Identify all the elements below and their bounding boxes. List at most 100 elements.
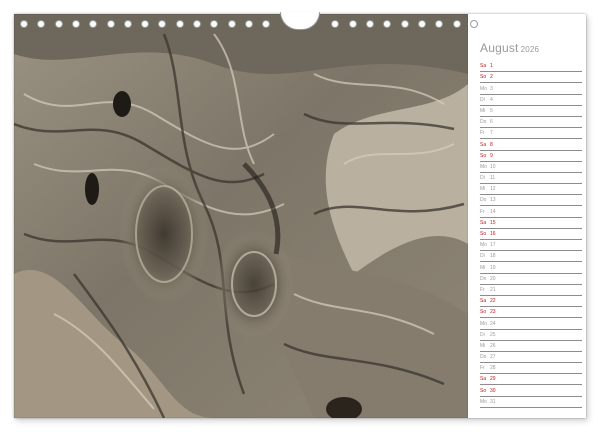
binding-hole (71, 20, 80, 28)
binding-hole (435, 20, 444, 28)
day-number: 1 (490, 63, 493, 70)
binding-hole (89, 20, 98, 28)
day-row: So 30 (480, 385, 582, 397)
weekday-label: Fr (480, 365, 485, 372)
day-row: Sa 1 (480, 61, 582, 73)
bark-texture-image (14, 14, 468, 418)
binding-hole (244, 20, 253, 28)
weekday-label: Mi (480, 186, 486, 193)
day-number: 21 (490, 286, 496, 293)
date-column: August 2026 Sa 1 So 2 Mo 3 Di 4 Mi 5 Do 6 Fr 7 Sa 8 So 9 Mo… (468, 14, 586, 418)
day-number: 24 (490, 320, 496, 327)
weekday-label: So (480, 231, 487, 237)
day-row: Mo 24 (480, 318, 582, 330)
day-row: Mo 10 (480, 162, 582, 173)
weekday-label: Mi (480, 107, 486, 114)
day-number: 20 (490, 275, 496, 282)
binding-hole (106, 20, 115, 28)
day-row: So 2 (480, 72, 582, 84)
binding-hole (227, 20, 236, 28)
weekday-label: Di (480, 253, 485, 260)
month-heading: August 2026 (480, 41, 539, 55)
day-number: 29 (490, 376, 496, 383)
weekday-label: Mi (480, 342, 486, 349)
weekday-label: Fr (480, 286, 485, 293)
weekday-label: So (480, 152, 487, 159)
binding-hole (262, 20, 271, 28)
day-row: Di 18 (480, 251, 582, 263)
weekday-label: So (480, 387, 487, 394)
binding-hole (37, 20, 46, 28)
day-row: So 9 (480, 151, 582, 162)
day-number: 22 (490, 298, 496, 305)
day-number: 15 (490, 219, 496, 226)
day-number: 2 (490, 74, 493, 81)
day-row: Mi 19 (480, 262, 582, 274)
weekday-label: Di (480, 175, 485, 182)
day-row: Do 27 (480, 352, 582, 364)
binding-hole (54, 20, 63, 28)
weekday-label: Do (480, 354, 487, 361)
weekday-label: Mo (480, 242, 487, 249)
weekday-label: Di (480, 331, 485, 338)
day-row: Sa 22 (480, 296, 582, 308)
weekday-label: Sa (480, 63, 487, 70)
day-list: Sa 1 So 2 Mo 3 Di 4 Mi 5 Do 6 Fr 7 Sa 8 So 9 Mo 10 Di 11 Mi 12 D… (480, 61, 582, 408)
binding-hole (400, 20, 409, 28)
binding-hole (348, 20, 357, 28)
day-number: 11 (490, 175, 496, 182)
day-row: Di 11 (480, 173, 582, 185)
day-row: Fr 14 (480, 206, 582, 218)
binding-hole (417, 20, 426, 28)
day-number: 16 (490, 231, 496, 237)
day-number: 7 (490, 130, 493, 137)
weekday-label: Mo (480, 320, 487, 327)
day-row: Sa 29 (480, 374, 582, 386)
weekday-label: Do (480, 197, 487, 204)
day-number: 14 (490, 208, 496, 215)
day-row: Do 13 (480, 195, 582, 207)
binding-hole (175, 20, 184, 28)
day-number: 17 (490, 242, 496, 249)
year-label: 2026 (520, 45, 540, 54)
binding-hole (158, 20, 167, 28)
day-number: 27 (490, 354, 496, 361)
weekday-label: Di (480, 96, 485, 103)
weekday-label: Do (480, 119, 487, 126)
day-row: Mo 31 (480, 397, 582, 408)
day-row: Mo 3 (480, 83, 582, 95)
day-row: Do 6 (480, 117, 582, 129)
day-number: 4 (490, 96, 493, 103)
day-number: 23 (490, 309, 496, 316)
binding-hole (193, 20, 201, 28)
day-number: 13 (490, 197, 496, 204)
weekday-label: Do (480, 275, 487, 282)
day-row: Mi 12 (480, 184, 582, 196)
binding-hole (141, 20, 150, 28)
weekday-label: Sa (480, 298, 487, 305)
day-row: So 23 (480, 307, 582, 319)
day-row: Sa 8 (480, 139, 582, 151)
weekday-label: Mo (480, 85, 487, 92)
binding-hole (210, 20, 219, 28)
day-number: 19 (490, 264, 496, 271)
day-row: Di 25 (480, 330, 582, 341)
day-number: 18 (490, 253, 496, 260)
weekday-label: Sa (480, 219, 487, 226)
day-row: Mi 26 (480, 341, 582, 352)
weekday-label: Fr (480, 130, 485, 137)
day-number: 25 (490, 331, 496, 338)
day-row: Mo 17 (480, 240, 582, 252)
day-row: Fr 28 (480, 363, 582, 375)
day-number: 10 (490, 163, 496, 170)
day-number: 26 (490, 342, 496, 349)
binding-hole (383, 20, 392, 28)
day-number: 9 (490, 152, 493, 159)
month-name: August (480, 41, 519, 55)
binding-hole (366, 20, 374, 28)
day-number: 3 (490, 85, 493, 92)
day-row: Do 20 (480, 274, 582, 285)
day-number: 5 (490, 107, 493, 114)
weekday-label: Sa (480, 376, 487, 383)
weekday-label: Mo (480, 398, 487, 405)
